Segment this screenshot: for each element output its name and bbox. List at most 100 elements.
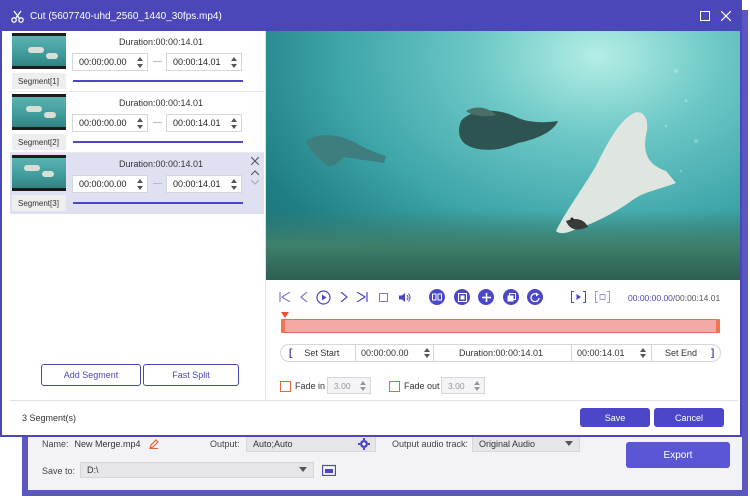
maximize-icon[interactable] [699,10,711,22]
move-down-icon[interactable] [250,177,260,187]
chevron-down-icon [565,441,573,446]
segment-start-time-input[interactable]: 00:00:00.00 [72,53,148,71]
spinner-icon[interactable] [136,117,144,130]
play-icon[interactable] [315,289,331,305]
output-settings-gear-icon[interactable] [358,438,370,452]
fade-in-value: 3.00 [334,380,351,391]
name-label: Name: [42,439,69,449]
add-segment-icon[interactable] [478,289,494,305]
preview-segment-icon[interactable] [570,289,586,305]
segment-name: Segment[3] [12,195,66,211]
cut-timeline[interactable] [282,319,720,333]
previous-frame-icon[interactable] [298,289,310,305]
segment-start-time-value: 00:00:00.00 [79,57,127,67]
start-time-input[interactable]: 00:00:00.00 [361,345,431,361]
fade-in-label: Fade in [295,381,326,391]
segment-thumbnail [12,94,66,130]
spinner-icon[interactable] [639,347,647,361]
name-value: New Merge.mp4 [74,439,141,449]
segment-end-time-input[interactable]: 00:00:14.01 [166,114,242,132]
add-segment-button[interactable]: Add Segment [41,364,141,386]
end-time-input[interactable]: 00:00:14.01 [577,345,647,361]
fade-out-input[interactable]: 3.00 [441,377,485,394]
segment-duration: Duration:00:00:14.01 [118,98,204,108]
playhead-marker[interactable] [281,312,289,318]
reset-icon[interactable] [527,289,543,305]
delete-segment-icon[interactable] [250,156,260,166]
segment-list: Segment[1] Duration:00:00:14.01 00:00:00… [10,31,264,214]
right-bracket-icon: ] [711,347,715,359]
set-start-button[interactable]: [ Set Start [289,345,339,361]
fade-out-checkbox[interactable]: Fade out [389,378,440,394]
spinner-icon[interactable] [423,347,431,361]
stop-icon[interactable] [377,289,389,305]
save-to-value: D:\ [87,465,99,475]
fade-out-label: Fade out [404,381,440,391]
chevron-down-icon [299,467,307,472]
checkbox-icon[interactable] [389,380,400,392]
segment-row[interactable]: Segment[1] Duration:00:00:14.01 00:00:00… [10,31,264,92]
segment-row-active[interactable]: Segment[3] Duration:00:00:14.01 00:00:00… [10,153,264,214]
cancel-button[interactable]: Cancel [654,408,724,427]
edit-name-icon[interactable] [148,439,159,449]
footer-divider [10,400,738,401]
open-folder-icon[interactable] [321,464,337,478]
range-duration: Duration:00:00:14.01 [459,348,544,358]
bar-divider [355,345,356,361]
scissors-icon [10,10,24,24]
bar-divider [571,345,572,361]
set-end-button[interactable]: Set End ] [665,345,714,361]
fade-in-input[interactable]: 3.00 [327,377,371,394]
export-button[interactable]: Export [626,442,730,468]
segment-progress-bar [73,202,243,204]
segment-start-time-input[interactable]: 00:00:00.00 [72,175,148,193]
current-time: 00:00:00.00 [628,293,673,303]
sea-lions-illustration [306,69,698,234]
timeline-start-handle[interactable] [281,319,285,333]
segment-row[interactable]: Segment[2] Duration:00:00:14.01 00:00:00… [10,92,264,153]
copy-icon[interactable] [503,289,519,305]
spinner-icon[interactable] [359,380,367,392]
snapshot-icon[interactable] [454,289,470,305]
spinner-icon[interactable] [230,178,238,191]
segment-progress-bar [73,141,243,143]
segment-name: Segment[1] [12,73,66,89]
split-icon[interactable] [429,289,445,305]
audio-track-label: Output audio track: [392,439,469,449]
skip-to-start-icon[interactable] [278,289,292,305]
output-label: Output: [210,439,240,449]
segment-name: Segment[2] [12,134,66,150]
save-to-select[interactable]: D:\ [80,462,314,478]
spinner-icon[interactable] [136,56,144,69]
spinner-icon[interactable] [136,178,144,191]
close-icon[interactable] [720,10,732,22]
spinner-icon[interactable] [473,380,481,392]
save-to-label-row: Save to: [42,466,81,476]
segment-end-time-input[interactable]: 00:00:14.01 [166,53,242,71]
save-button[interactable]: Save [580,408,650,427]
segment-end-time-input[interactable]: 00:00:14.01 [166,175,242,193]
fast-split-button[interactable]: Fast Split [143,364,239,386]
output-label-row: Output: [210,439,246,449]
spinner-icon[interactable] [230,56,238,69]
set-start-label: Set Start [304,348,340,358]
checkbox-icon[interactable] [280,380,291,392]
bar-divider [651,345,652,361]
preview-others-icon[interactable] [594,289,610,305]
next-frame-icon[interactable] [338,289,350,305]
total-time: /00:00:14.01 [672,293,721,303]
segment-start-time-input[interactable]: 00:00:00.00 [72,114,148,132]
segment-duration: Duration:00:00:14.01 [118,37,204,47]
segment-progress-bar [73,80,243,82]
fade-in-checkbox[interactable]: Fade in [280,378,325,394]
start-end-bar: [ Set Start 00:00:00.00 Duration:00:00:1… [280,344,721,362]
spinner-icon[interactable] [230,117,238,130]
output-select[interactable]: Auto;Auto [246,436,376,452]
segment-end-time-value: 00:00:14.01 [173,118,221,128]
volume-icon[interactable] [396,289,412,305]
skip-to-end-icon[interactable] [355,289,369,305]
audio-track-label-row: Output audio track: [392,439,474,449]
end-time-value: 00:00:14.01 [577,348,625,358]
audio-track-select[interactable]: Original Audio [472,436,580,452]
timeline-end-handle[interactable] [716,319,720,333]
